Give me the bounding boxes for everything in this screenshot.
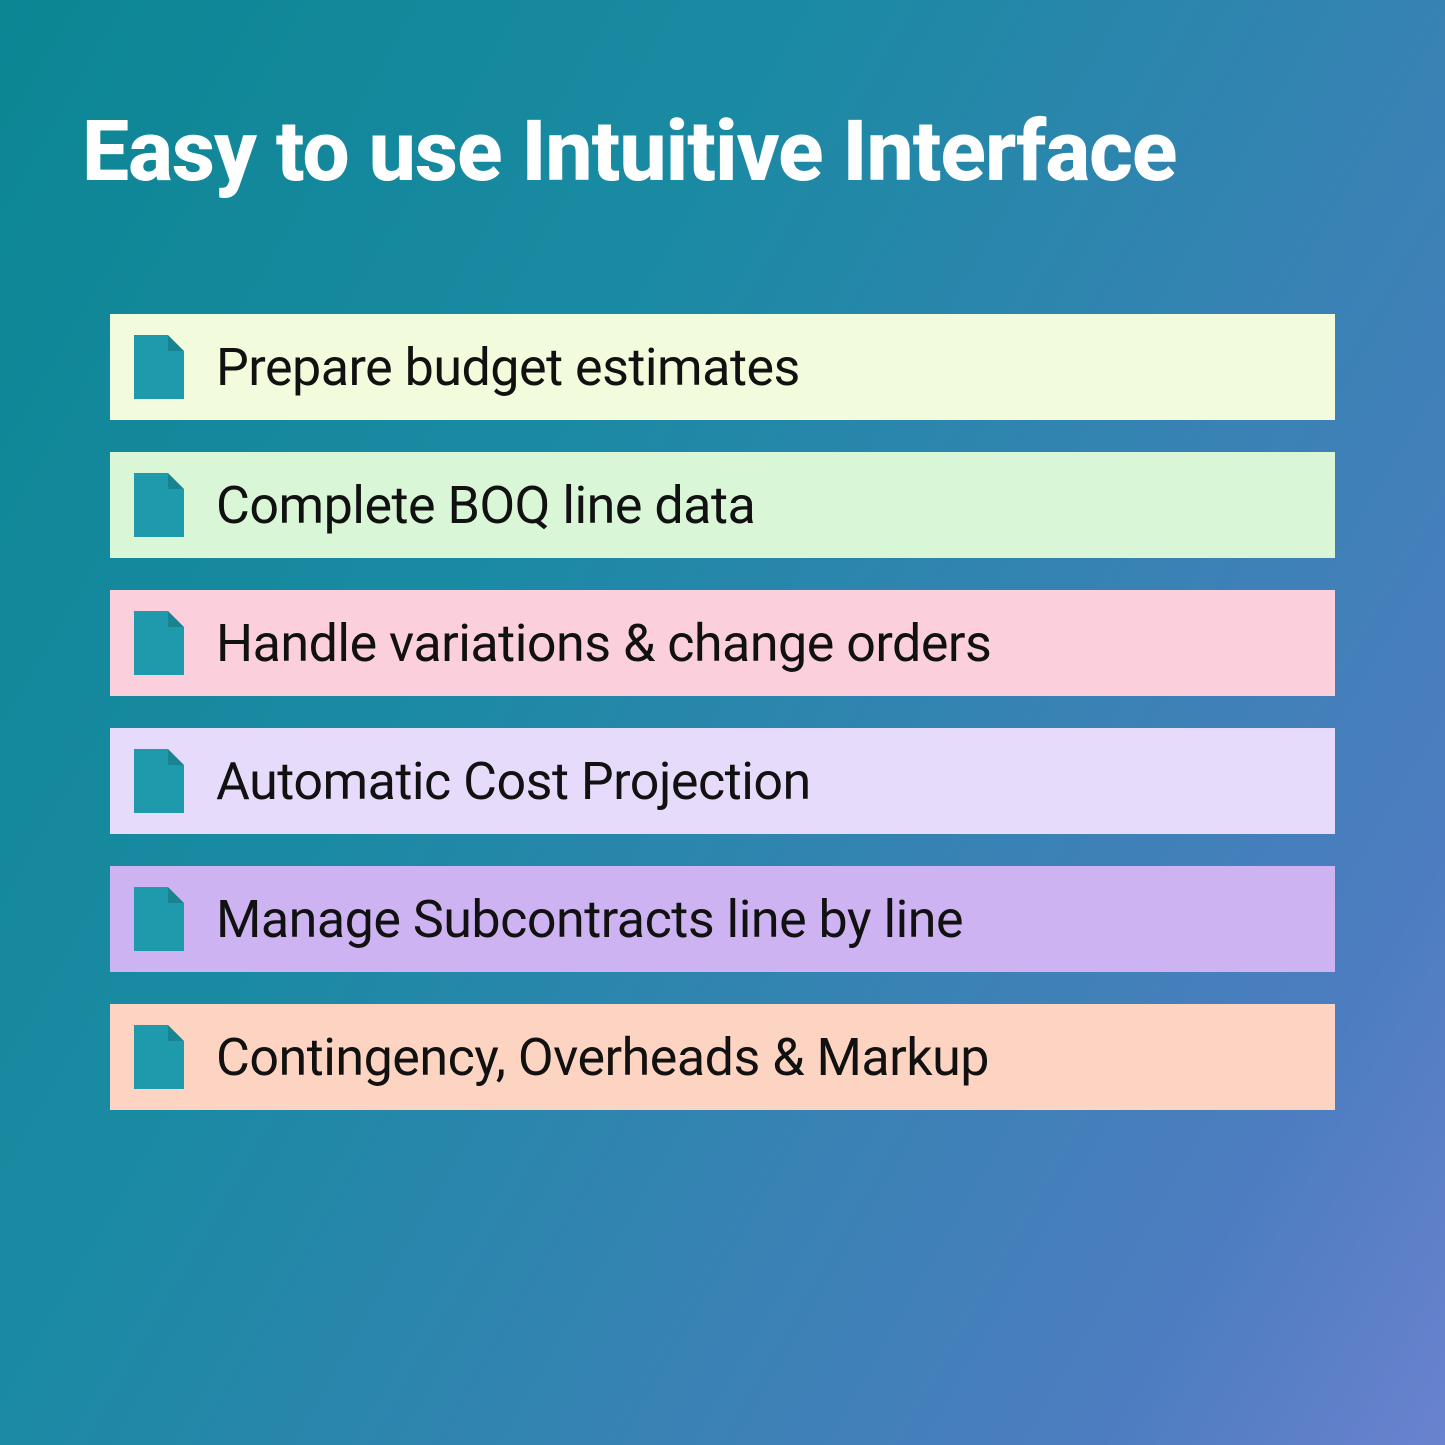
feature-label: Prepare budget estimates: [216, 337, 800, 398]
document-icon: [134, 887, 184, 951]
document-icon: [134, 749, 184, 813]
feature-label: Handle variations & change orders: [216, 613, 991, 674]
page-title: Easy to use Intuitive Interface: [82, 108, 1363, 196]
feature-item: Automatic Cost Projection: [110, 728, 1335, 834]
feature-item: Manage Subcontracts line by line: [110, 866, 1335, 972]
document-icon: [134, 473, 184, 537]
document-icon: [134, 1025, 184, 1089]
feature-label: Complete BOQ line data: [216, 475, 755, 536]
document-icon: [134, 611, 184, 675]
feature-list: Prepare budget estimates Complete BOQ li…: [82, 314, 1363, 1110]
feature-label: Contingency, Overheads & Markup: [216, 1027, 989, 1088]
feature-item: Handle variations & change orders: [110, 590, 1335, 696]
document-icon: [134, 335, 184, 399]
feature-item: Complete BOQ line data: [110, 452, 1335, 558]
feature-label: Manage Subcontracts line by line: [216, 889, 963, 950]
feature-label: Automatic Cost Projection: [216, 751, 811, 812]
feature-item: Prepare budget estimates: [110, 314, 1335, 420]
feature-item: Contingency, Overheads & Markup: [110, 1004, 1335, 1110]
